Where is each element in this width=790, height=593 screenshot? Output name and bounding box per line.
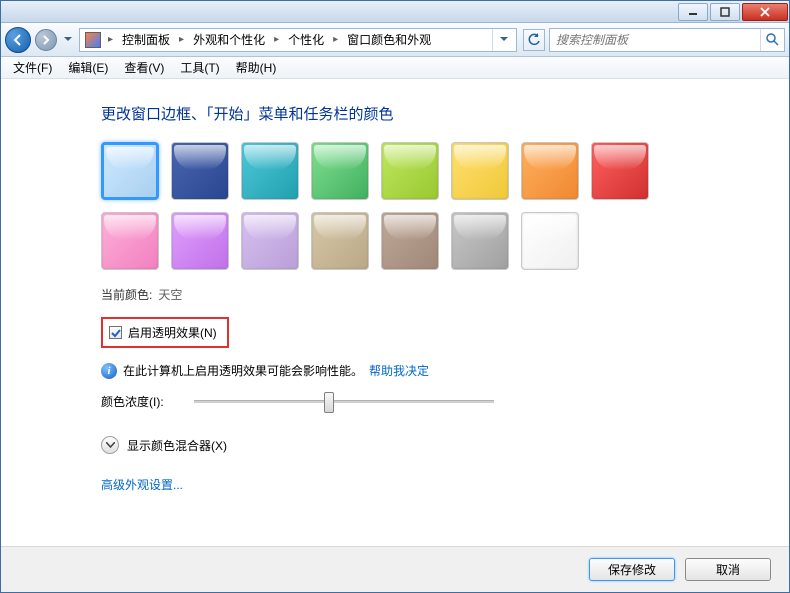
menu-tools[interactable]: 工具(T) xyxy=(172,58,227,78)
titlebar xyxy=(1,1,789,23)
intensity-slider[interactable] xyxy=(194,400,494,403)
search-input[interactable] xyxy=(550,29,760,51)
breadcrumb-segment[interactable]: 个性化 xyxy=(283,30,329,50)
color-mixer-row: 显示颜色混合器(X) xyxy=(101,436,753,454)
address-dropdown[interactable] xyxy=(492,29,514,51)
close-button[interactable] xyxy=(742,3,788,21)
menu-file[interactable]: 文件(F) xyxy=(5,58,60,78)
current-color-value: 天空 xyxy=(158,286,182,303)
color-swatch[interactable] xyxy=(381,142,439,200)
color-swatch[interactable] xyxy=(241,142,299,200)
color-swatch[interactable] xyxy=(521,142,579,200)
transparency-highlight: 启用透明效果(N) xyxy=(101,317,229,348)
cancel-button[interactable]: 取消 xyxy=(685,558,771,581)
refresh-button[interactable] xyxy=(523,29,545,51)
breadcrumb-segment[interactable]: 外观和个性化 xyxy=(188,30,270,50)
intensity-row: 颜色浓度(I): xyxy=(101,393,753,410)
color-swatch[interactable] xyxy=(241,212,299,270)
color-swatch[interactable] xyxy=(451,142,509,200)
chevron-right-icon: ▸ xyxy=(106,34,115,45)
info-icon: i xyxy=(101,363,117,379)
color-swatch[interactable] xyxy=(171,212,229,270)
color-swatch[interactable] xyxy=(101,142,159,200)
performance-warning-row: i 在此计算机上启用透明效果可能会影响性能。 帮助我决定 xyxy=(101,362,753,379)
intensity-label: 颜色浓度(I): xyxy=(101,393,164,410)
color-swatch[interactable] xyxy=(101,212,159,270)
address-bar[interactable]: ▸ 控制面板 ▸ 外观和个性化 ▸ 个性化 ▸ 窗口颜色和外观 xyxy=(79,28,517,52)
color-swatches xyxy=(101,142,701,270)
color-swatch[interactable] xyxy=(591,142,649,200)
color-swatch[interactable] xyxy=(171,142,229,200)
menu-bar: 文件(F) 编辑(E) 查看(V) 工具(T) 帮助(H) xyxy=(1,57,789,79)
footer-bar: 保存修改 取消 xyxy=(1,546,789,592)
nav-history-dropdown[interactable] xyxy=(61,27,75,53)
breadcrumb-segment[interactable]: 窗口颜色和外观 xyxy=(342,30,436,50)
breadcrumb-segment[interactable]: 控制面板 xyxy=(117,30,175,50)
content-area: 更改窗口边框、「开始」菜单和任务栏的颜色 当前颜色: 天空 启用透明效果(N) … xyxy=(1,79,789,546)
slider-thumb[interactable] xyxy=(324,392,334,413)
personalization-window: ▸ 控制面板 ▸ 外观和个性化 ▸ 个性化 ▸ 窗口颜色和外观 文件(F) 编辑… xyxy=(0,0,790,593)
search-bar xyxy=(549,28,785,52)
chevron-right-icon: ▸ xyxy=(177,34,186,45)
maximize-button[interactable] xyxy=(710,3,740,21)
transparency-checkbox[interactable] xyxy=(109,326,122,339)
color-swatch[interactable] xyxy=(521,212,579,270)
minimize-button[interactable] xyxy=(678,3,708,21)
color-swatch[interactable] xyxy=(311,142,369,200)
forward-button[interactable] xyxy=(35,29,57,51)
save-button[interactable]: 保存修改 xyxy=(589,558,675,581)
navigation-bar: ▸ 控制面板 ▸ 外观和个性化 ▸ 个性化 ▸ 窗口颜色和外观 xyxy=(1,23,789,57)
help-decide-link[interactable]: 帮助我决定 xyxy=(369,362,429,379)
performance-warning-text: 在此计算机上启用透明效果可能会影响性能。 xyxy=(123,362,363,379)
current-color-row: 当前颜色: 天空 xyxy=(101,286,753,303)
expand-mixer-button[interactable] xyxy=(101,436,119,454)
color-swatch[interactable] xyxy=(451,212,509,270)
advanced-appearance-link[interactable]: 高级外观设置... xyxy=(101,476,183,493)
menu-view[interactable]: 查看(V) xyxy=(116,58,172,78)
chevron-right-icon: ▸ xyxy=(272,34,281,45)
back-button[interactable] xyxy=(5,27,31,53)
menu-edit[interactable]: 编辑(E) xyxy=(60,58,116,78)
mixer-label: 显示颜色混合器(X) xyxy=(127,437,227,454)
menu-help[interactable]: 帮助(H) xyxy=(228,58,285,78)
color-swatch[interactable] xyxy=(311,212,369,270)
chevron-right-icon: ▸ xyxy=(331,34,340,45)
color-swatch[interactable] xyxy=(381,212,439,270)
control-panel-icon xyxy=(85,32,101,48)
search-button[interactable] xyxy=(760,29,784,51)
transparency-label: 启用透明效果(N) xyxy=(128,324,217,341)
current-color-label: 当前颜色: xyxy=(101,286,152,303)
page-heading: 更改窗口边框、「开始」菜单和任务栏的颜色 xyxy=(101,103,753,124)
